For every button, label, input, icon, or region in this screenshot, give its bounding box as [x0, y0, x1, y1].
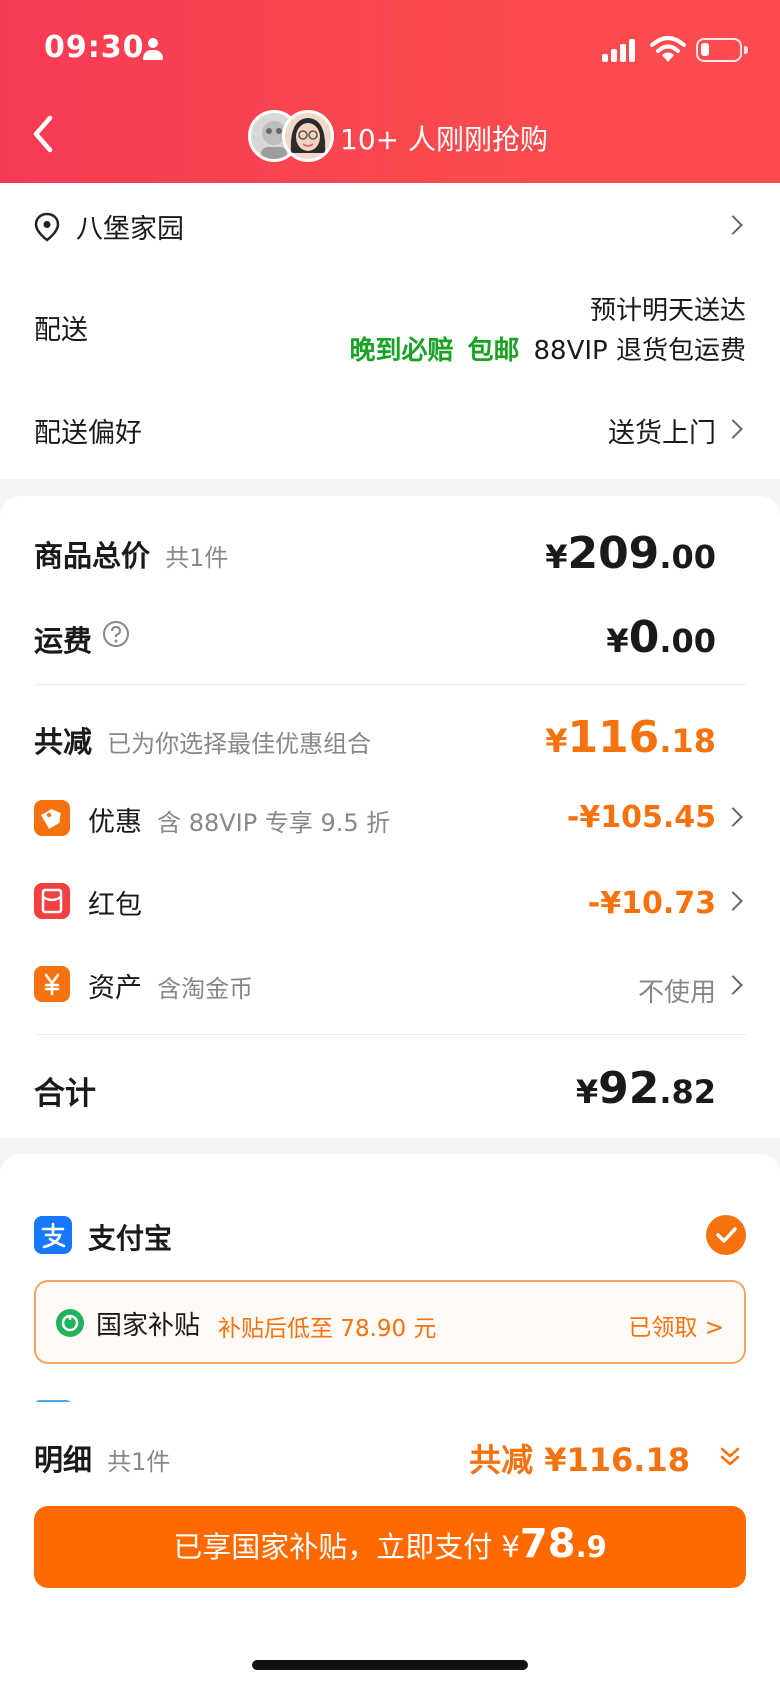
assets-value[interactable]: 不使用	[638, 972, 716, 1009]
home-indicator[interactable]	[252, 1660, 528, 1670]
pay-now-button[interactable]: 已享国家补贴，立即支付 ¥78.9	[34, 1506, 746, 1588]
discount-label: 优惠	[88, 807, 142, 838]
discount-row[interactable]: 优惠 含 88VIP 专享 9.5 折	[88, 800, 390, 839]
assets-label: 资产	[88, 973, 142, 1004]
payment-selected-check-icon[interactable]	[706, 1215, 746, 1255]
detail-label: 明细	[34, 1443, 93, 1477]
buyer-avatar	[282, 110, 334, 162]
red-packet-label: 红包	[88, 890, 142, 921]
payment-method-label[interactable]: 支付宝	[88, 1217, 172, 1257]
detail-count: 共1件	[107, 1448, 171, 1476]
battery-icon	[696, 38, 748, 62]
red-packet-icon	[34, 883, 70, 919]
goods-total-price: ¥209.00	[545, 528, 716, 579]
goods-count: 共1件	[165, 544, 229, 572]
goods-total-label: 商品总价	[34, 539, 151, 573]
assets-note: 含淘金币	[157, 975, 254, 1003]
subsidy-label: 国家补贴	[96, 1311, 201, 1341]
detail-row[interactable]: 明细 共1件	[34, 1437, 170, 1479]
divider	[34, 1034, 746, 1035]
back-icon[interactable]	[28, 112, 58, 156]
double-chevron-down-icon[interactable]	[716, 1443, 744, 1471]
delivery-preference-label: 配送偏好	[34, 418, 142, 449]
return-shipping-tag: 88VIP 退货包运费	[533, 336, 746, 366]
assets-row[interactable]: 资产 含淘金币	[88, 966, 253, 1005]
bottom-reduce-total[interactable]: 共减 ¥116.18	[469, 1435, 690, 1481]
national-subsidy-banner[interactable]: 国家补贴 补贴后低至 78.90 元 已领取 >	[34, 1280, 746, 1364]
wifi-icon	[650, 36, 686, 62]
subsidy-status[interactable]: 已领取 >	[628, 1308, 724, 1342]
divider	[34, 684, 746, 685]
address-name[interactable]: 八堡家园	[76, 207, 184, 246]
discount-tag-icon	[34, 800, 70, 836]
delivery-estimate: 预计明天送达	[589, 296, 746, 326]
delivery-tags: 晚到必赔 包邮 88VIP 退货包运费	[349, 330, 746, 367]
discount-value[interactable]: -¥105.45	[567, 800, 716, 835]
header-bar: 09:30 10+ 人刚刚抢购	[0, 0, 780, 183]
reduce-note: 已为你选择最佳优惠组合	[107, 730, 372, 758]
pay-amount-int: 78	[519, 1521, 576, 1567]
shipping-row: 运费	[34, 618, 92, 660]
delivery-preference-value[interactable]: 送货上门	[608, 411, 716, 450]
header-title: 10+ 人刚刚抢购	[340, 123, 548, 156]
total-price: ¥92.82	[575, 1063, 716, 1114]
late-compensation-tag: 晚到必赔	[349, 336, 454, 366]
pay-button-text: 已享国家补贴，立即支付 ¥	[173, 1530, 520, 1564]
red-packet-value[interactable]: -¥10.73	[588, 886, 716, 921]
free-shipping-tag: 包邮	[467, 336, 520, 366]
reduce-label: 共减	[34, 725, 93, 759]
subsidy-note: 补贴后低至 78.90 元	[218, 1316, 437, 1342]
yen-coin-icon	[34, 966, 70, 1002]
pay-amount-dec: .9	[575, 1530, 607, 1564]
red-packet-row[interactable]: 红包	[88, 883, 142, 922]
person-icon	[142, 38, 164, 62]
alipay-icon	[34, 1216, 72, 1254]
status-time: 09:30	[44, 30, 145, 65]
discount-note: 含 88VIP 专享 9.5 折	[157, 809, 391, 837]
shipping-label: 运费	[34, 624, 93, 658]
total-label: 合计	[34, 1076, 96, 1112]
goods-total-row: 商品总价 共1件	[34, 533, 228, 575]
reduce-row: 共减 已为你选择最佳优惠组合	[34, 719, 371, 761]
shipping-price: ¥0.00	[606, 612, 716, 663]
subsidy-icon	[56, 1309, 84, 1337]
help-icon[interactable]	[102, 620, 130, 648]
reduce-price: ¥116.18	[545, 712, 716, 763]
signal-icon	[602, 38, 638, 62]
location-pin-icon	[34, 212, 60, 242]
delivery-label: 配送	[34, 315, 88, 346]
